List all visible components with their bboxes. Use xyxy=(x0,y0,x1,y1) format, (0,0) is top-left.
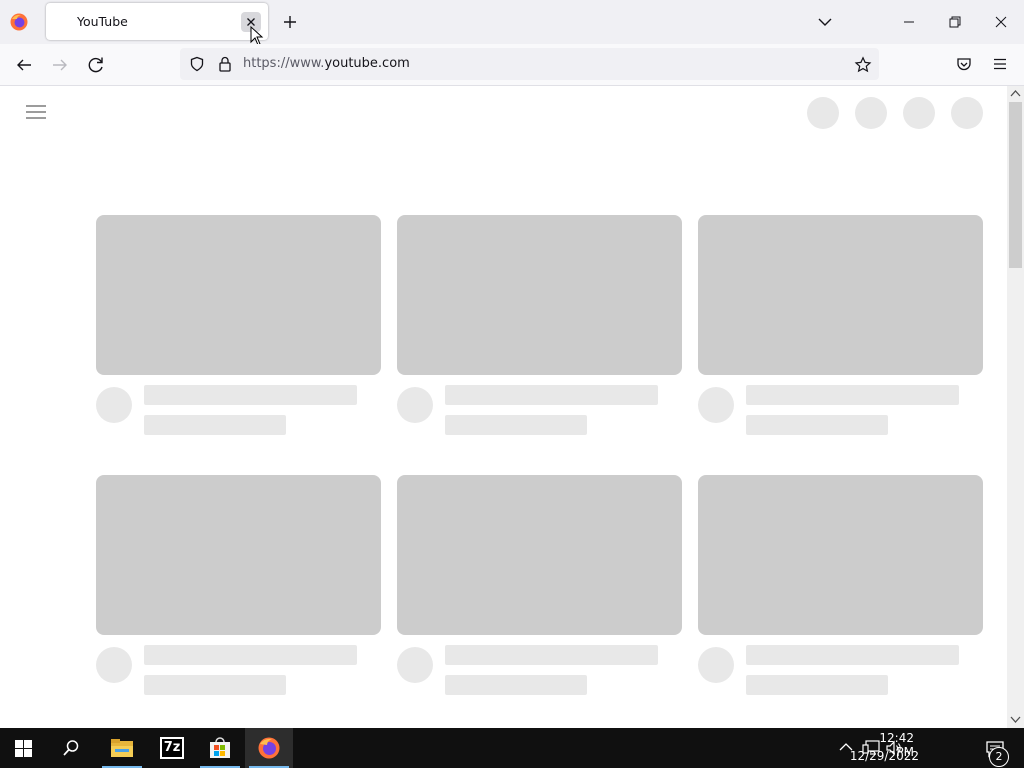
clock-date: 12/29/2022 xyxy=(849,749,919,763)
channel-avatar-placeholder xyxy=(698,387,734,423)
mouse-cursor-icon xyxy=(250,26,264,46)
video-card-placeholder xyxy=(698,215,983,435)
close-window-button[interactable] xyxy=(978,10,1024,34)
scrollbar-thumb[interactable] xyxy=(1009,102,1022,268)
firefox-taskbar-icon xyxy=(258,737,280,759)
scroll-up-arrow-icon[interactable] xyxy=(1010,89,1021,97)
minimize-button[interactable] xyxy=(886,10,932,34)
title-placeholder xyxy=(746,645,959,665)
meta-placeholder xyxy=(144,415,286,435)
pocket-icon[interactable] xyxy=(955,55,973,73)
meta-placeholder xyxy=(445,675,587,695)
url-domain: youtube.com xyxy=(324,56,410,71)
new-tab-button[interactable] xyxy=(281,13,299,31)
scroll-down-arrow-icon[interactable] xyxy=(1010,716,1021,724)
video-card-placeholder xyxy=(397,215,682,435)
page-content xyxy=(0,86,1007,728)
title-placeholder xyxy=(144,645,357,665)
firefox-icon[interactable] xyxy=(9,12,29,32)
file-explorer-icon xyxy=(111,739,133,757)
restore-button[interactable] xyxy=(932,10,978,34)
vertical-scrollbar[interactable] xyxy=(1007,86,1024,728)
url-prefix: https://www. xyxy=(243,56,325,71)
taskbar-clock[interactable]: 12:42 PM 12/29/2022 xyxy=(850,728,975,768)
channel-avatar-placeholder xyxy=(96,647,132,683)
meta-placeholder xyxy=(445,415,587,435)
search-icon[interactable] xyxy=(62,739,80,757)
taskbar: 7z 12:42 PM 12/29/2022 2 xyxy=(0,728,1024,768)
tab-strip: YouTube xyxy=(0,0,1024,46)
shield-icon[interactable] xyxy=(189,56,205,72)
meta-placeholder xyxy=(746,415,888,435)
header-button-placeholder xyxy=(951,97,983,129)
tab-youtube[interactable]: YouTube xyxy=(46,3,268,40)
navigation-toolbar: https://www.youtube.com xyxy=(0,44,1024,86)
meta-placeholder xyxy=(746,675,888,695)
thumbnail-placeholder xyxy=(96,475,381,635)
url-text[interactable]: https://www.youtube.com xyxy=(243,56,410,71)
header-button-placeholder xyxy=(903,97,935,129)
forward-button[interactable] xyxy=(48,53,72,77)
video-card-placeholder xyxy=(96,475,381,695)
address-bar[interactable]: https://www.youtube.com xyxy=(180,48,879,80)
meta-placeholder xyxy=(144,675,286,695)
list-all-tabs-button[interactable] xyxy=(816,13,834,31)
windows-start-icon[interactable] xyxy=(15,740,32,757)
taskbar-app-microsoft-store[interactable] xyxy=(196,728,244,768)
title-placeholder xyxy=(746,385,959,405)
7zip-label: 7z xyxy=(162,739,182,757)
thumbnail-placeholder xyxy=(698,475,983,635)
back-button[interactable] xyxy=(12,53,36,77)
thumbnail-placeholder xyxy=(96,215,381,375)
action-center-button[interactable]: 2 xyxy=(980,728,1024,768)
lock-icon[interactable] xyxy=(217,56,233,72)
notification-count-badge: 2 xyxy=(989,747,1009,767)
taskbar-app-firefox[interactable] xyxy=(245,728,293,768)
thumbnail-placeholder xyxy=(698,215,983,375)
title-placeholder xyxy=(445,645,658,665)
guide-menu-icon[interactable] xyxy=(26,104,46,120)
channel-avatar-placeholder xyxy=(397,647,433,683)
microsoft-store-icon xyxy=(210,737,230,758)
reload-button[interactable] xyxy=(84,53,108,77)
7zip-icon: 7z xyxy=(160,737,184,759)
video-card-placeholder xyxy=(96,215,381,435)
tab-title: YouTube xyxy=(77,14,128,29)
thumbnail-placeholder xyxy=(397,475,682,635)
video-card-placeholder xyxy=(397,475,682,695)
channel-avatar-placeholder xyxy=(698,647,734,683)
taskbar-app-7zip[interactable]: 7z xyxy=(148,728,196,768)
taskbar-app-file-explorer[interactable] xyxy=(98,728,146,768)
channel-avatar-placeholder xyxy=(397,387,433,423)
channel-avatar-placeholder xyxy=(96,387,132,423)
thumbnail-placeholder xyxy=(397,215,682,375)
title-placeholder xyxy=(144,385,357,405)
title-placeholder xyxy=(445,385,658,405)
header-button-placeholder xyxy=(855,97,887,129)
header-button-placeholder xyxy=(807,97,839,129)
app-menu-button[interactable] xyxy=(991,55,1009,73)
video-card-placeholder xyxy=(698,475,983,695)
bookmark-star-icon[interactable] xyxy=(854,56,872,74)
